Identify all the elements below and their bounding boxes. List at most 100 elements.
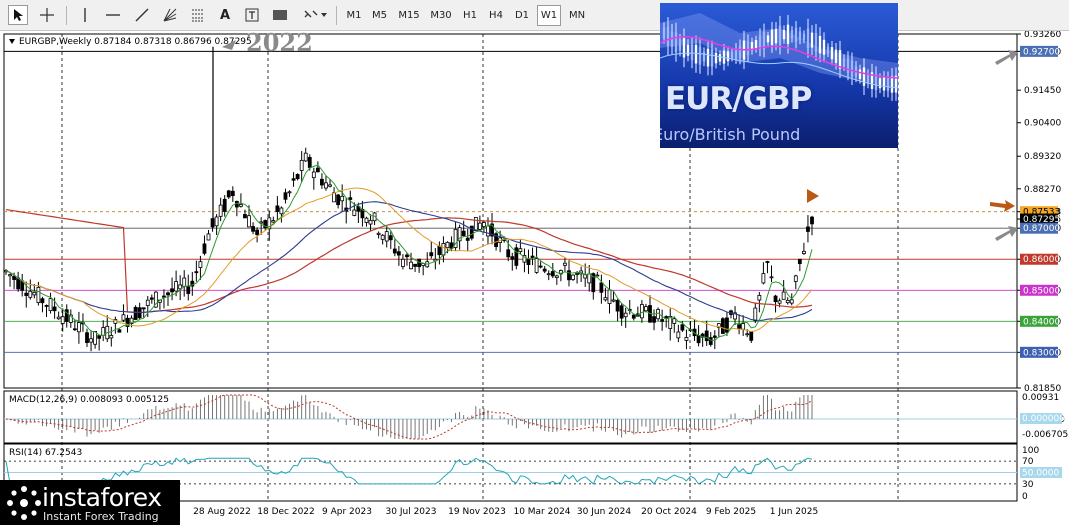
candle-body bbox=[769, 276, 774, 279]
crosshair-icon[interactable] bbox=[36, 5, 58, 25]
timeframe-m15[interactable]: M15 bbox=[395, 5, 423, 26]
candle-body bbox=[384, 231, 389, 242]
candle-body bbox=[810, 216, 814, 225]
fibonacci-icon[interactable] bbox=[188, 5, 208, 25]
candle-body bbox=[336, 194, 341, 206]
banner-candle-body bbox=[686, 44, 690, 56]
candle-body bbox=[194, 271, 199, 274]
candle-body bbox=[652, 316, 656, 323]
time-axis-label: 9 Apr 2023 bbox=[322, 507, 372, 517]
horizontal-line-icon[interactable] bbox=[102, 5, 124, 25]
candle-body bbox=[170, 288, 174, 293]
trendline-icon[interactable] bbox=[132, 5, 152, 25]
timeframe-m5[interactable]: M5 bbox=[368, 5, 391, 26]
candle-body bbox=[348, 197, 353, 200]
candle-body bbox=[477, 222, 482, 230]
candle-body bbox=[615, 300, 620, 312]
candle-body bbox=[117, 329, 122, 333]
timeframe-mn[interactable]: MN bbox=[565, 5, 589, 26]
rectangle-icon[interactable] bbox=[270, 5, 290, 25]
banner-candle-body bbox=[810, 32, 814, 48]
time-axis-label: 19 Nov 2023 bbox=[448, 507, 506, 517]
candle-body bbox=[607, 289, 612, 304]
candle-body bbox=[36, 287, 41, 304]
candle-body bbox=[388, 235, 393, 241]
candle-body bbox=[315, 167, 320, 173]
timeframe-h1[interactable]: H1 bbox=[459, 5, 481, 26]
overlay-year: 2022 bbox=[246, 31, 313, 57]
candle-body bbox=[368, 219, 373, 225]
candle-body bbox=[328, 184, 332, 187]
candle-body bbox=[182, 277, 187, 287]
banner-candle-body bbox=[682, 38, 686, 58]
banner-candle-body bbox=[754, 40, 758, 49]
time-axis-label: 30 Jul 2023 bbox=[386, 507, 437, 517]
candle-body bbox=[781, 291, 786, 300]
banner-candle-body bbox=[874, 74, 878, 90]
rsi-axis-label: 100 bbox=[1022, 446, 1039, 456]
symbol-info: EURGBP,Weekly 0.87184 0.87318 0.86796 0.… bbox=[19, 37, 252, 47]
timeframe-h4[interactable]: H4 bbox=[485, 5, 507, 26]
banner-candle-body bbox=[818, 35, 822, 54]
candle-body bbox=[299, 159, 304, 171]
candle-body bbox=[222, 198, 227, 212]
banner-candle-body bbox=[678, 39, 682, 51]
time-axis-label: 10 Mar 2024 bbox=[513, 507, 570, 517]
banner-candle-body bbox=[726, 51, 730, 62]
timeframe-w1[interactable]: W1 bbox=[537, 5, 561, 26]
candle-body bbox=[708, 337, 713, 345]
shapes-menu-icon[interactable] bbox=[300, 5, 330, 25]
candle-body bbox=[793, 275, 798, 282]
text-icon[interactable]: A bbox=[216, 5, 234, 25]
candle-body bbox=[676, 331, 681, 339]
timeframe-d1[interactable]: D1 bbox=[511, 5, 533, 26]
candle-body bbox=[789, 299, 794, 304]
candle-body bbox=[801, 250, 806, 254]
candle-body bbox=[546, 273, 551, 276]
banner-candle-body bbox=[674, 32, 678, 53]
price-tick-label: 0.89320 bbox=[1024, 152, 1061, 162]
banner-candle-body bbox=[694, 44, 698, 64]
vertical-line-icon[interactable] bbox=[76, 5, 94, 25]
candle-body bbox=[534, 258, 539, 273]
gann-fan-icon[interactable] bbox=[160, 5, 180, 25]
timeframe-m30[interactable]: M30 bbox=[427, 5, 455, 26]
cursor-icon[interactable] bbox=[8, 5, 28, 25]
label-icon[interactable] bbox=[242, 5, 262, 25]
candle-body bbox=[40, 298, 45, 304]
banner-candle-body bbox=[766, 35, 770, 43]
banner-candle-body bbox=[846, 58, 850, 73]
candle-body bbox=[392, 248, 397, 254]
chart-area[interactable]: EURGBP,Weekly 0.87184 0.87318 0.86796 0.… bbox=[0, 31, 1069, 525]
candle-body bbox=[684, 337, 689, 341]
price-badge-label: 0.83000 bbox=[1023, 348, 1060, 358]
timeframe-m1[interactable]: M1 bbox=[344, 5, 364, 26]
candle-body bbox=[567, 270, 571, 281]
candle-body bbox=[133, 306, 138, 320]
banner-candle-body bbox=[690, 44, 694, 61]
candle-body bbox=[101, 327, 106, 336]
candle-body bbox=[465, 237, 470, 241]
banner-candle-body bbox=[662, 27, 666, 39]
candle-body bbox=[271, 220, 276, 223]
candle-body bbox=[97, 335, 102, 339]
candle-body bbox=[93, 331, 98, 345]
candle-body bbox=[230, 190, 235, 197]
banner-candle-body bbox=[826, 46, 830, 54]
macd-axis-label: 0.00931 bbox=[1022, 393, 1059, 403]
banner-candle-body bbox=[738, 45, 742, 59]
banner-candle-body bbox=[822, 39, 826, 55]
candle-body bbox=[85, 332, 89, 343]
candle bbox=[720, 317, 725, 334]
candle-body bbox=[77, 322, 81, 333]
candle-body bbox=[550, 271, 555, 277]
candle-body bbox=[60, 316, 65, 324]
candle-body bbox=[340, 195, 345, 202]
candle-body bbox=[8, 274, 12, 277]
candle-body bbox=[178, 284, 183, 290]
banner-candle-body bbox=[706, 48, 710, 67]
instaforex-logo-icon bbox=[7, 486, 41, 520]
time-axis-label: 18 Dec 2022 bbox=[257, 507, 315, 517]
candle-body bbox=[712, 335, 717, 338]
candle-body bbox=[166, 292, 170, 296]
